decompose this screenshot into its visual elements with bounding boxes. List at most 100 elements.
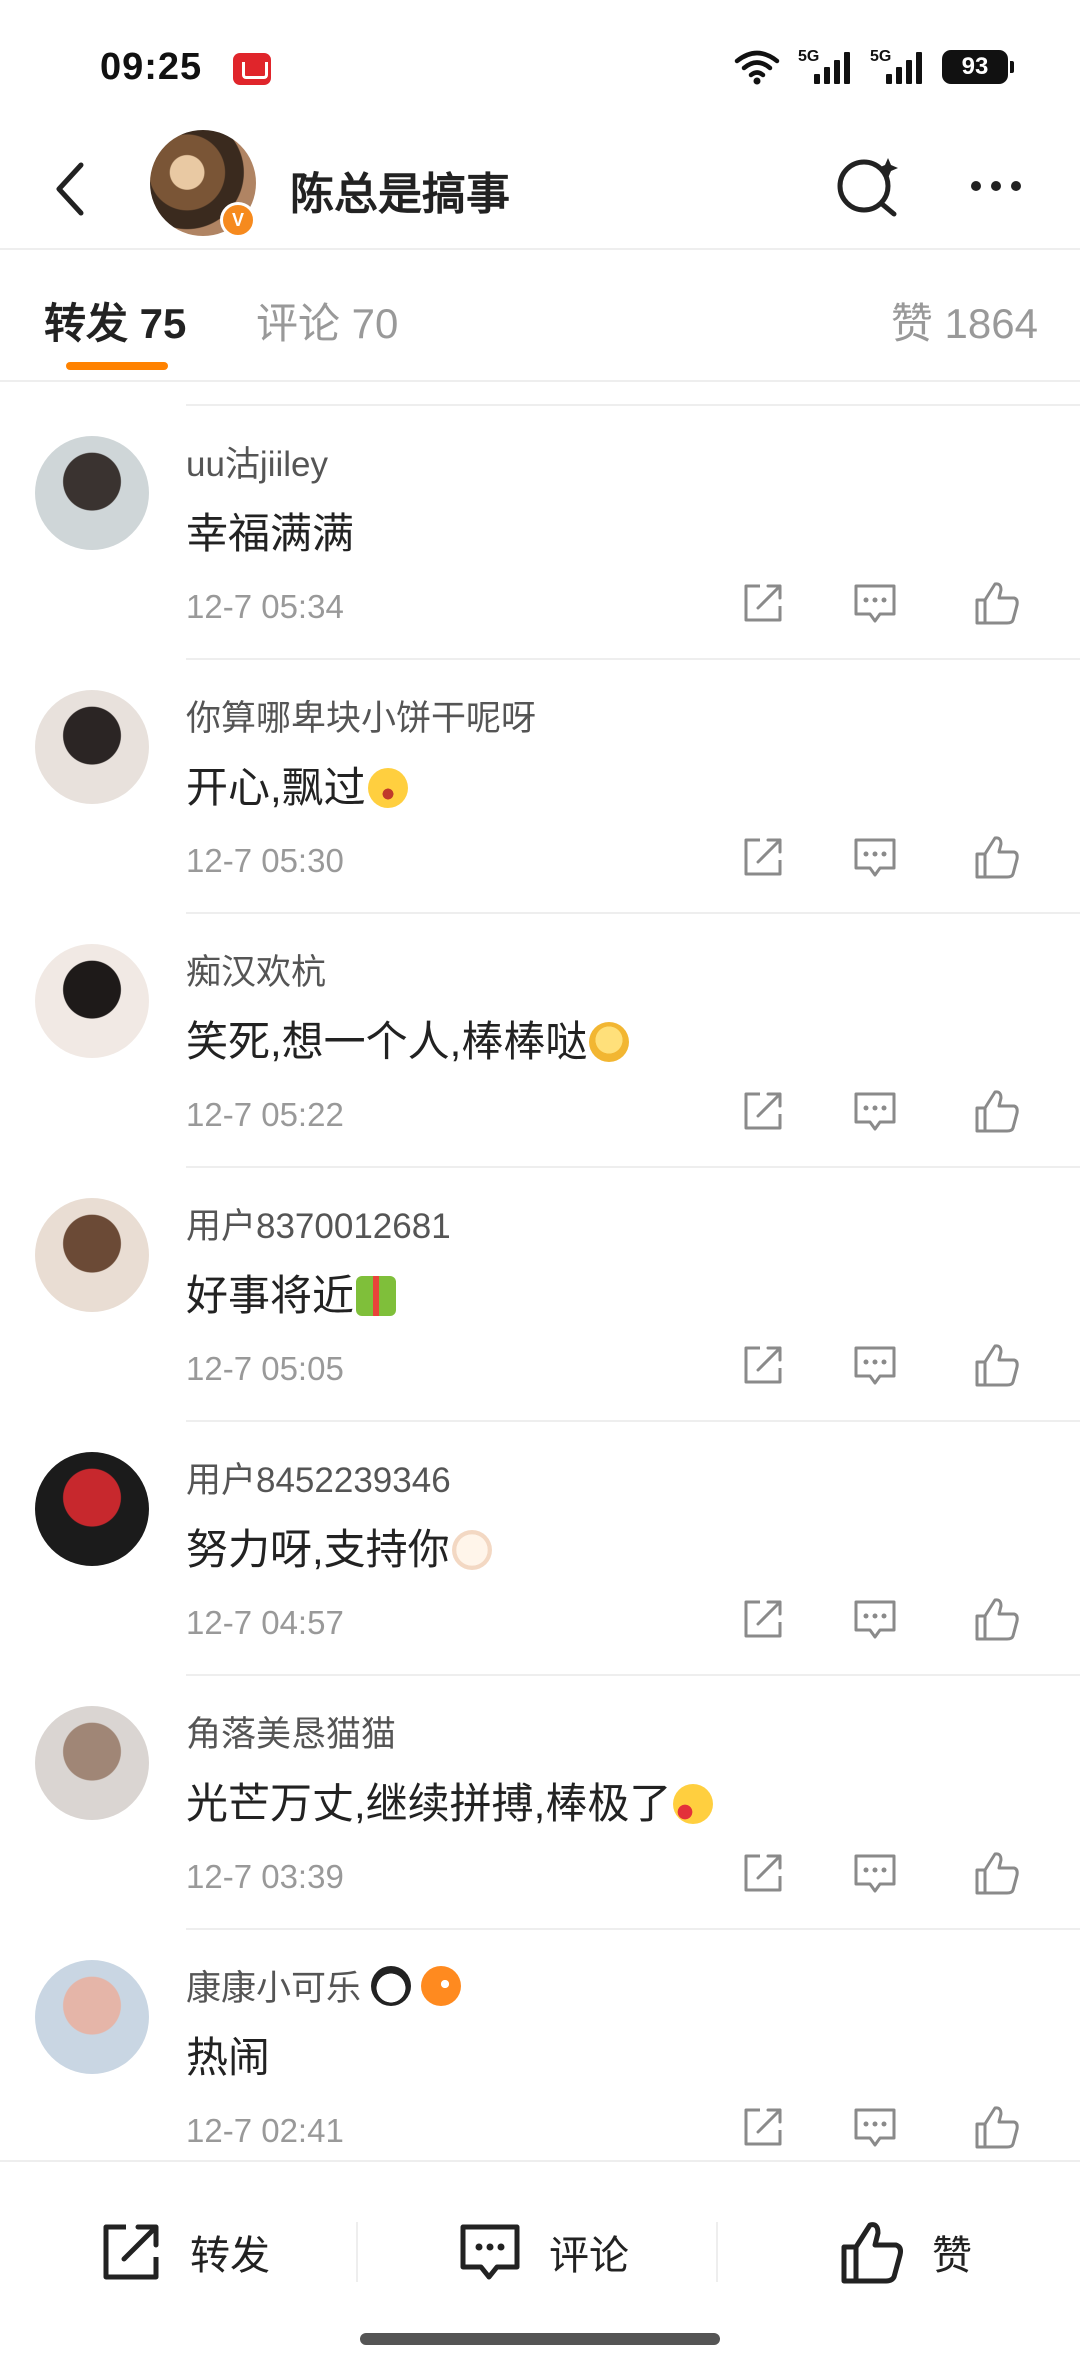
- tab-comment[interactable]: 评论 70: [256, 290, 398, 351]
- timestamp: 12-7 04:57: [186, 1604, 344, 1641]
- item-actions: [738, 1594, 1038, 1650]
- comment-icon[interactable]: [850, 1340, 900, 1390]
- page-title[interactable]: 陈总是搞事: [290, 158, 510, 222]
- thumbs-up-icon[interactable]: [972, 578, 1022, 628]
- repost-icon[interactable]: [738, 1086, 788, 1136]
- thumbs-up-icon[interactable]: [972, 1340, 1022, 1390]
- heart-face-emoji-icon: [673, 1784, 714, 1824]
- repost-button[interactable]: 转发: [96, 2212, 270, 2292]
- item-actions: [738, 1848, 1038, 1904]
- thumbs-up-icon[interactable]: [972, 832, 1022, 882]
- user-name[interactable]: 你算哪卑块小饼干呢呀: [186, 690, 536, 741]
- user-name-text: 用户8452239346: [186, 1461, 451, 1500]
- repost-text: 幸福满满: [186, 500, 354, 561]
- avatar[interactable]: [35, 690, 149, 804]
- avatar[interactable]: [35, 944, 149, 1058]
- user-name[interactable]: 康康小可乐: [186, 1960, 462, 2011]
- user-name-text: 康康小可乐: [186, 1969, 362, 2008]
- signal-icon: 5G: [798, 48, 852, 86]
- avatar[interactable]: [35, 1452, 149, 1566]
- avatar[interactable]: [35, 436, 149, 550]
- thumbs-up-icon[interactable]: [972, 1086, 1022, 1136]
- repost-text: 笑死,想一个人,棒棒哒: [186, 1008, 630, 1069]
- comment-icon[interactable]: [850, 1594, 900, 1644]
- user-name[interactable]: 痴汉欢杭: [186, 944, 326, 995]
- timestamp: 12-7 03:39: [186, 1858, 344, 1895]
- repost-icon: [103, 2224, 159, 2280]
- item-actions: [738, 1086, 1038, 1142]
- comment-icon[interactable]: [850, 2102, 900, 2152]
- comment-label: 评论: [549, 2234, 629, 2278]
- repost-text-content: 开心,飘过: [186, 764, 366, 811]
- active-tab-indicator: [66, 362, 168, 370]
- list-item[interactable]: 你算哪卑块小饼干呢呀开心,飘过 12-7 05:30: [0, 660, 1080, 914]
- avatar[interactable]: [35, 1960, 149, 2074]
- comment-icon[interactable]: [850, 578, 900, 628]
- list-item[interactable]: uu沽jiiley 幸福满满 12-7 05:34: [0, 406, 1080, 660]
- repost-text-content: 努力呀,支持你: [186, 1526, 450, 1573]
- like-button[interactable]: 赞: [838, 2212, 972, 2292]
- comment-icon[interactable]: [850, 1848, 900, 1898]
- battery-icon: 93: [942, 50, 1014, 84]
- comment-icon[interactable]: [850, 832, 900, 882]
- search-button[interactable]: [832, 150, 904, 222]
- user-name-text: uu沽jiiley: [186, 445, 328, 484]
- timestamp: 12-7 05:30: [186, 842, 344, 879]
- more-icon: [971, 181, 981, 191]
- back-button[interactable]: [36, 154, 106, 224]
- sleepy-face-emoji-icon: [589, 1022, 630, 1062]
- timestamp: 12-7 05:34: [186, 588, 344, 625]
- item-actions: [738, 2102, 1038, 2158]
- tab-like[interactable]: 赞 1864: [891, 290, 1038, 351]
- thumbs-up-icon[interactable]: [972, 1594, 1022, 1644]
- list-item[interactable]: 康康小可乐 热闹 12-7 02:41: [0, 1930, 1080, 2160]
- tab-repost[interactable]: 转发 75: [44, 290, 186, 351]
- bottom-action-bar: 转发 评论 赞: [0, 2160, 1080, 2373]
- repost-icon[interactable]: [738, 1340, 788, 1390]
- list-item[interactable]: 用户8452239346 努力呀,支持你 12-7 04:57: [0, 1422, 1080, 1676]
- repost-list[interactable]: uu沽jiiley 幸福满满 12-7 05:34 你算哪卑块小饼干呢呀开心,飘过 12…: [0, 404, 1080, 2160]
- back-arrow-icon: [56, 162, 84, 216]
- list-item[interactable]: 角落美恳猫猫光芒万丈,继续拼搏,棒极了 12-7 03:39: [0, 1676, 1080, 1930]
- user-name[interactable]: 用户8452239346: [186, 1452, 451, 1503]
- repost-icon[interactable]: [738, 832, 788, 882]
- status-time: 09:25: [100, 46, 203, 88]
- timestamp: 12-7 05:22: [186, 1096, 344, 1133]
- repost-text-content: 光芒万丈,继续拼搏,棒极了: [186, 1780, 672, 1827]
- repost-icon[interactable]: [738, 1594, 788, 1644]
- wifi-icon: [734, 50, 780, 85]
- user-name[interactable]: 角落美恳猫猫: [186, 1706, 396, 1757]
- item-actions: [738, 1340, 1038, 1396]
- avatar[interactable]: [35, 1706, 149, 1820]
- repost-label: 转发: [190, 2234, 270, 2278]
- home-indicator[interactable]: [360, 2333, 720, 2345]
- comment-icon[interactable]: [850, 1086, 900, 1136]
- repost-text: 好事将近: [186, 1262, 397, 1323]
- user-name-text: 你算哪卑块小饼干呢呀: [186, 699, 537, 738]
- verified-badge: V: [220, 202, 256, 238]
- repost-text-content: 好事将近: [186, 1272, 355, 1319]
- timestamp: 12-7 05:05: [186, 1350, 344, 1387]
- user-name[interactable]: uu沽jiiley: [186, 436, 328, 487]
- repost-icon[interactable]: [738, 578, 788, 628]
- surprised-face-emoji-icon: [367, 768, 408, 808]
- user-name-text: 痴汉欢杭: [186, 953, 327, 992]
- status-bar: 09:25 5G 5G 93: [0, 0, 1080, 130]
- thumbs-up-icon: [841, 2222, 903, 2284]
- repost-text-content: 笑死,想一个人,棒棒哒: [186, 1018, 588, 1065]
- thumbs-up-icon[interactable]: [972, 1848, 1022, 1898]
- list-item[interactable]: 痴汉欢杭笑死,想一个人,棒棒哒 12-7 05:22: [0, 914, 1080, 1168]
- list-item[interactable]: 用户8370012681 好事将近 12-7 05:05: [0, 1168, 1080, 1422]
- user-name[interactable]: 用户8370012681: [186, 1198, 451, 1249]
- avatar[interactable]: [35, 1198, 149, 1312]
- repost-icon[interactable]: [738, 1848, 788, 1898]
- nav-header: V 陈总是搞事: [0, 130, 1080, 250]
- user-name-text: 角落美恳猫猫: [186, 1715, 397, 1754]
- more-button[interactable]: [960, 156, 1032, 216]
- repost-text: 开心,飘过: [186, 754, 408, 815]
- repost-icon[interactable]: [738, 2102, 788, 2152]
- repost-text-content: 幸福满满: [186, 510, 355, 557]
- thumbs-up-icon[interactable]: [972, 2102, 1022, 2152]
- comment-button[interactable]: 评论: [455, 2212, 629, 2292]
- timestamp: 12-7 02:41: [186, 2112, 344, 2149]
